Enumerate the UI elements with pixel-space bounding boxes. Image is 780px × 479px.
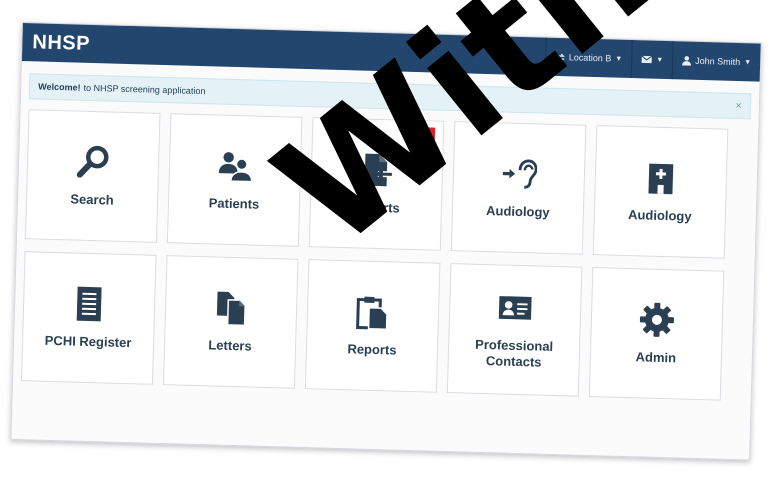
application-window: NHSP Location B ▼ ▼ John Smith ▼ Welcome… xyxy=(10,22,762,461)
tile-label: PCHI Register xyxy=(44,332,132,351)
documents-icon xyxy=(213,290,250,327)
tile-audiology[interactable]: Audiology xyxy=(450,121,587,255)
close-icon[interactable]: × xyxy=(735,100,742,112)
envelope-icon xyxy=(641,55,653,64)
tile-label: Admin xyxy=(635,349,677,366)
user-icon xyxy=(682,56,692,66)
chevron-down-icon: ▼ xyxy=(744,58,752,66)
tile-label: Reports xyxy=(347,341,397,358)
tile-professional-contacts[interactable]: Professional Contacts xyxy=(446,263,583,397)
notification-badge: 3 xyxy=(421,127,436,144)
hospital-icon xyxy=(642,160,679,197)
user-dropdown[interactable]: John Smith ▼ xyxy=(671,41,761,82)
tile-admin[interactable]: Admin xyxy=(588,267,725,401)
tile-label: Audiology xyxy=(627,207,692,224)
module-grid: Search Patients 3 Imports Audiology Audi… xyxy=(13,99,759,401)
search-icon xyxy=(75,144,112,181)
tile-label: Audiology xyxy=(485,203,550,221)
brand-logo[interactable]: NHSP xyxy=(22,31,90,56)
register-icon xyxy=(71,286,108,323)
navbar-right: Location B ▼ ▼ John Smith ▼ xyxy=(544,37,761,82)
tile-label: Imports xyxy=(351,199,400,216)
tile-audiology-2[interactable]: Audiology xyxy=(592,125,729,259)
top-navbar: NHSP Location B ▼ ▼ John Smith ▼ xyxy=(21,23,761,82)
tile-imports[interactable]: 3 Imports xyxy=(308,117,445,251)
user-name: John Smith xyxy=(695,55,741,68)
chevron-down-icon: ▼ xyxy=(615,55,623,63)
clipboard-icon xyxy=(355,294,392,331)
chevron-down-icon: ▼ xyxy=(656,56,664,64)
alert-strong: Welcome! xyxy=(38,81,81,93)
tile-reports[interactable]: Reports xyxy=(304,259,441,393)
gear-icon xyxy=(638,302,675,339)
tile-pchi-register[interactable]: PCHI Register xyxy=(20,251,157,385)
screenshot-stage: NHSP Location B ▼ ▼ John Smith ▼ Welcome… xyxy=(0,0,780,479)
import-icon xyxy=(359,152,396,189)
contact-card-icon xyxy=(497,290,534,327)
tile-letters[interactable]: Letters xyxy=(162,255,299,389)
ear-icon xyxy=(500,156,538,193)
tile-search[interactable]: Search xyxy=(24,109,161,243)
tile-label: Professional Contacts xyxy=(474,337,554,370)
tile-patients[interactable]: Patients xyxy=(166,113,303,247)
location-dropdown[interactable]: Location B ▼ xyxy=(544,37,632,79)
switch-location-icon xyxy=(555,53,565,61)
tile-label: Search xyxy=(70,191,114,208)
users-icon xyxy=(217,148,254,185)
tile-label: Letters xyxy=(208,337,252,354)
tile-label: Patients xyxy=(208,195,260,212)
location-label: Location B xyxy=(568,52,612,64)
messages-dropdown[interactable]: ▼ xyxy=(630,40,673,80)
alert-text: to NHSP screening application xyxy=(83,82,206,97)
